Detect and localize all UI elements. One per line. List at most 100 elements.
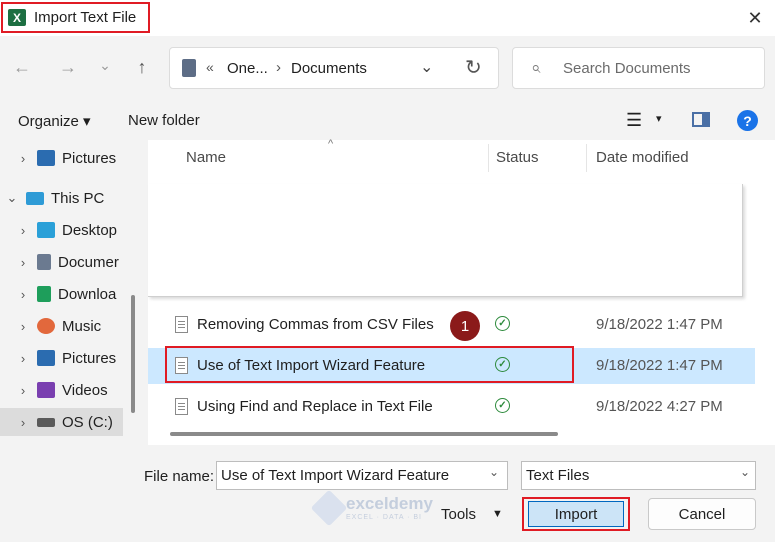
column-divider[interactable] xyxy=(488,144,489,172)
breadcrumb-documents[interactable]: Documents xyxy=(291,60,367,77)
help-icon[interactable]: ? xyxy=(737,110,758,131)
highlight-box xyxy=(165,346,574,383)
sidebar-item-label: OS (C:) xyxy=(62,413,113,431)
expand-chevron-icon[interactable]: › xyxy=(15,223,31,238)
sidebar-item-pictures[interactable]: › Pictures xyxy=(0,144,123,172)
synced-status-icon: ✓ xyxy=(495,398,510,413)
refresh-icon[interactable]: ↻ xyxy=(465,55,482,80)
file-date: 9/18/2022 1:47 PM xyxy=(596,357,723,374)
breadcrumb-onedrive[interactable]: One... xyxy=(227,60,268,77)
documents-icon xyxy=(37,254,51,270)
new-folder-button[interactable]: New folder xyxy=(128,112,200,129)
expand-chevron-icon[interactable]: › xyxy=(15,415,31,430)
this-pc-icon xyxy=(26,191,44,205)
expand-chevron-icon[interactable]: › xyxy=(15,319,31,334)
text-file-icon xyxy=(175,316,188,333)
sidebar-item-videos[interactable]: › Videos xyxy=(0,376,123,404)
sidebar-item-music[interactable]: › Music xyxy=(0,312,123,340)
sidebar-item-this-pc[interactable]: ⌄ This PC xyxy=(0,184,123,212)
sidebar-item-downloads[interactable]: › Downloa xyxy=(0,280,123,308)
organize-menu[interactable]: Organize ▾ xyxy=(18,112,91,130)
tooltip-popup xyxy=(148,184,743,297)
sidebar-item-label: Downloa xyxy=(58,285,117,303)
view-options-icon[interactable]: ☰ xyxy=(626,110,642,131)
column-divider[interactable] xyxy=(586,144,587,172)
sidebar-item-label: Documer xyxy=(58,253,119,271)
desktop-icon xyxy=(37,222,55,238)
chevron-down-icon[interactable]: ⌄ xyxy=(489,465,499,479)
videos-icon xyxy=(37,382,55,398)
drive-icon xyxy=(37,417,55,427)
file-list: ^ Name Status Date modified Removing Com… xyxy=(148,138,775,445)
window-title-text: Import Text File xyxy=(34,9,137,26)
documents-icon xyxy=(182,59,196,77)
window-title: X Import Text File xyxy=(1,2,150,33)
tools-menu[interactable]: Tools xyxy=(441,506,476,523)
toolbar: Organize ▾ New folder ☰ ▾ xyxy=(0,100,775,140)
breadcrumb-separator: › xyxy=(276,59,281,76)
close-button[interactable]: ✕ xyxy=(743,6,767,30)
synced-status-icon: ✓ xyxy=(495,316,510,331)
preview-pane-icon[interactable] xyxy=(692,112,710,127)
file-name-input[interactable]: Use of Text Import Wizard Feature xyxy=(216,461,508,490)
recent-locations-button[interactable]: ⌄ xyxy=(92,52,118,78)
sidebar-item-label: Videos xyxy=(62,381,108,399)
expand-chevron-icon[interactable]: › xyxy=(15,151,31,166)
import-button[interactable]: Import xyxy=(528,501,624,527)
column-header-row: ^ Name Status Date modified xyxy=(148,138,775,174)
address-bar[interactable]: « One... › Documents ⌄ ↻ xyxy=(169,47,499,89)
sidebar-item-label: Desktop xyxy=(62,221,118,239)
column-header-date[interactable]: Date modified xyxy=(596,149,689,166)
exceldemy-logo-icon xyxy=(310,489,348,526)
overflow-chevron[interactable]: « xyxy=(206,59,214,75)
back-button[interactable]: ← xyxy=(9,54,35,80)
tools-dropdown-icon[interactable]: ▼ xyxy=(492,508,503,520)
watermark-tagline: EXCEL · DATA · BI xyxy=(346,514,422,521)
up-button[interactable]: ↑ xyxy=(129,54,155,80)
sidebar-item-documents[interactable]: › Documer xyxy=(0,248,123,276)
file-row[interactable]: Using Find and Replace in Text File ✓ 9/… xyxy=(148,389,755,425)
downloads-icon xyxy=(37,286,51,302)
sort-caret-icon: ^ xyxy=(328,138,334,150)
sidebar-item-pictures-2[interactable]: › Pictures xyxy=(0,344,123,372)
file-date: 9/18/2022 1:47 PM xyxy=(596,316,723,333)
file-name: Removing Commas from CSV Files xyxy=(197,316,434,333)
pictures-icon xyxy=(37,150,55,166)
text-file-icon xyxy=(175,398,188,415)
exceldemy-watermark: exceldemy EXCEL · DATA · BI xyxy=(310,489,433,526)
column-header-name[interactable]: Name xyxy=(186,149,226,166)
expand-chevron-icon[interactable]: › xyxy=(15,255,31,270)
step-badge-1: 1 xyxy=(450,311,480,341)
excel-icon: X xyxy=(8,9,26,26)
navigation-pane: › Pictures ⌄ This PC › Desktop › Documer… xyxy=(0,140,145,445)
file-type-select[interactable]: Text Files xyxy=(521,461,756,490)
sidebar-scrollbar[interactable] xyxy=(131,295,135,413)
sidebar-item-os-c[interactable]: › OS (C:) xyxy=(0,408,123,436)
sidebar-item-label: Music xyxy=(62,317,102,335)
sidebar-item-label: Pictures xyxy=(62,349,117,367)
file-name-label: File name: xyxy=(144,468,215,485)
forward-button[interactable]: → xyxy=(55,54,81,80)
collapse-chevron-icon[interactable]: ⌄ xyxy=(4,190,20,206)
cancel-button[interactable]: Cancel xyxy=(648,498,756,530)
file-date: 9/18/2022 4:27 PM xyxy=(596,398,723,415)
expand-chevron-icon[interactable]: › xyxy=(15,351,31,366)
column-header-status[interactable]: Status xyxy=(496,149,539,166)
file-name: Using Find and Replace in Text File xyxy=(197,398,433,415)
search-icon: ⌕ xyxy=(531,58,541,77)
chevron-down-icon[interactable]: ⌄ xyxy=(420,57,433,77)
pictures-icon xyxy=(37,350,55,366)
search-box[interactable]: ⌕ Search Documents xyxy=(512,47,765,89)
sidebar-item-desktop[interactable]: › Desktop xyxy=(0,216,123,244)
horizontal-scrollbar[interactable] xyxy=(170,432,558,436)
watermark-name: exceldemy xyxy=(346,494,433,513)
sidebar-item-label: This PC xyxy=(51,189,105,207)
sidebar-item-label: Pictures xyxy=(62,149,117,167)
music-icon xyxy=(37,318,55,334)
search-input[interactable]: Search Documents xyxy=(563,60,691,77)
expand-chevron-icon[interactable]: › xyxy=(15,383,31,398)
expand-chevron-icon[interactable]: › xyxy=(15,287,31,302)
import-button-highlight: Import xyxy=(522,497,630,531)
chevron-down-icon[interactable]: ⌄ xyxy=(740,465,750,479)
view-dropdown[interactable]: ▾ xyxy=(656,112,662,125)
